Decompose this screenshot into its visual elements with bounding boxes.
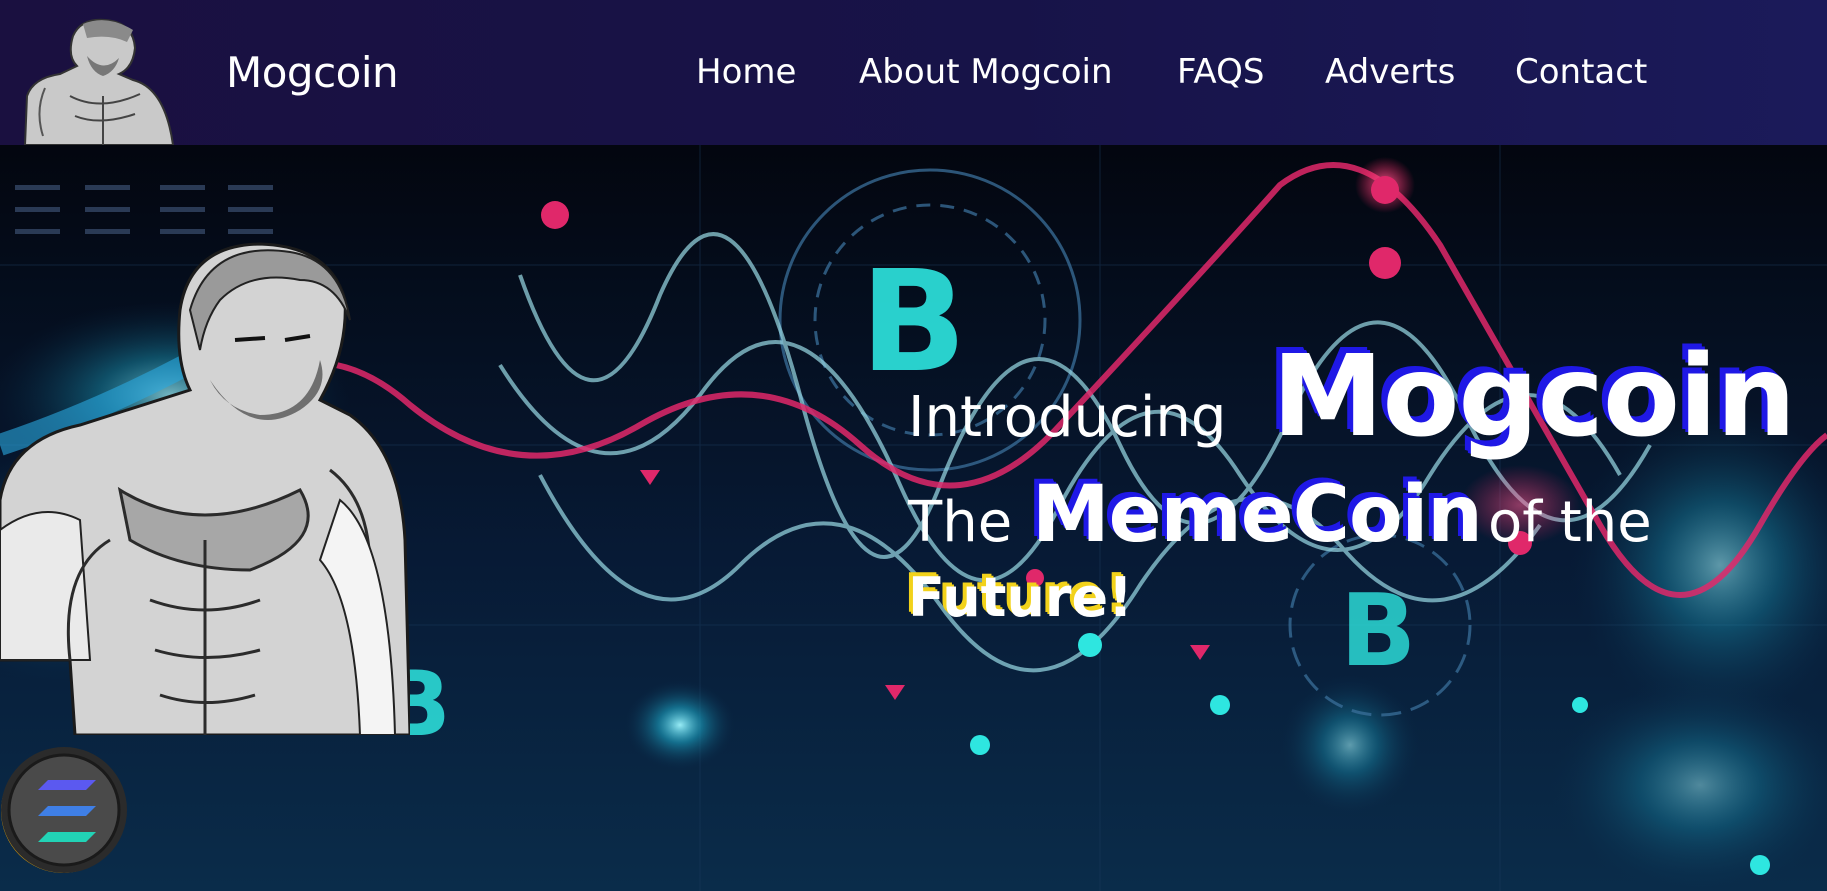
nav-about[interactable]: About Mogcoin (859, 52, 1113, 92)
muscular-bearded-man-illustration (0, 242, 410, 735)
solana-coin-icon[interactable] (0, 746, 128, 874)
nav-faqs[interactable]: FAQS (1177, 52, 1264, 92)
hero-section: B B B Introducing Mogcoin The MemeCoin o… (0, 145, 1827, 891)
brand-name[interactable]: Mogcoin (226, 48, 399, 97)
hero-mogcoin-highlight: Mogcoin (1272, 332, 1796, 462)
svg-text:B: B (1340, 572, 1416, 689)
nav-contact[interactable]: Contact (1515, 52, 1647, 92)
nav-home[interactable]: Home (696, 52, 796, 92)
hero-memecoin-highlight: MemeCoin (1032, 470, 1483, 560)
top-navigation-bar: Mogcoin Home About Mogcoin FAQS Adverts … (0, 0, 1827, 145)
nav-adverts[interactable]: Adverts (1325, 52, 1455, 92)
hero-future-text: Future! (908, 566, 1133, 629)
mogcoin-character-icon[interactable] (15, 16, 175, 145)
hero-intro-text: Introducing (908, 385, 1227, 450)
svg-text:B: B (860, 241, 967, 404)
hero-of-the-text: of the (1488, 490, 1652, 555)
hero-the-text: The (908, 490, 1013, 555)
